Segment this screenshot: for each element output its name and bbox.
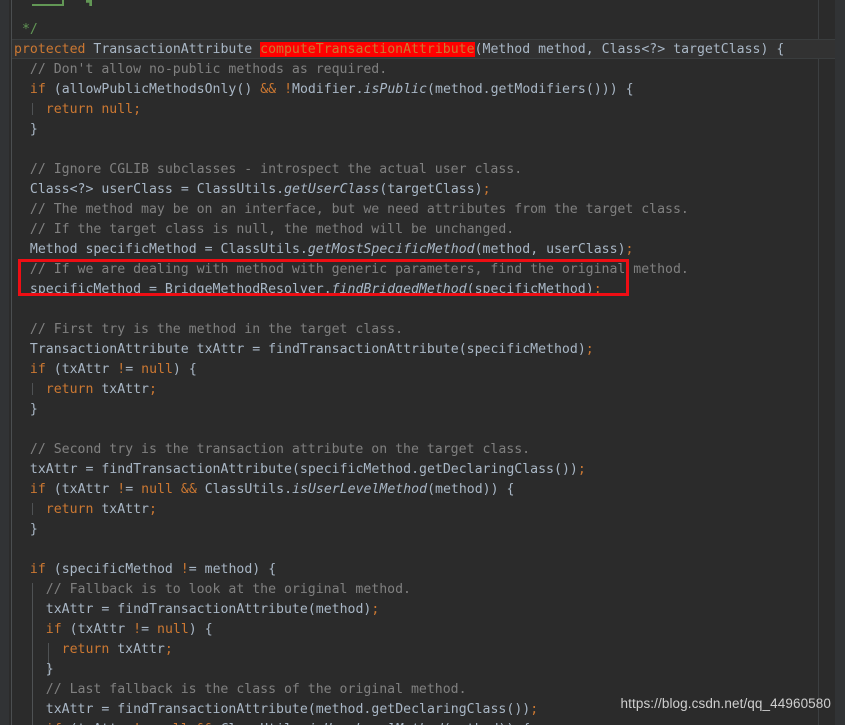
code-line[interactable]: } [14,520,844,540]
code-line[interactable]: protected TransactionAttribute computeTr… [14,40,844,60]
editor-gutter[interactable] [0,0,9,725]
code-line[interactable]: // Ignore CGLIB subclasses - introspect … [14,160,844,180]
code-line[interactable]: return txAttr; [14,380,844,400]
code-line[interactable]: // Fallback is to look at the original m… [14,580,844,600]
watermark-text: https://blog.csdn.net/qq_44960580 [620,696,831,711]
code-line[interactable]: // First try is the method in the target… [14,320,844,340]
code-line[interactable]: // If we are dealing with method with ge… [14,260,844,280]
code-line[interactable]: if (allowPublicMethodsOnly() && !Modifie… [14,80,844,100]
code-line[interactable]: TransactionAttribute txAttr = findTransa… [14,340,844,360]
code-line[interactable]: } [14,120,844,140]
code-line[interactable]: if (txAttr != null && ClassUtils.isUserL… [14,480,844,500]
code-line[interactable]: if (txAttr != null) { [14,620,844,640]
code-line[interactable] [14,140,844,160]
code-line[interactable] [14,420,844,440]
code-line[interactable]: Method specificMethod = ClassUtils.getMo… [14,240,844,260]
code-line[interactable]: */ [14,20,844,40]
code-line[interactable]: return txAttr; [14,500,844,520]
code-line[interactable]: // Don't allow no-public methods as requ… [14,60,844,80]
code-line[interactable]: } [14,400,844,420]
code-line[interactable] [14,0,844,20]
code-line[interactable]: // If the target class is null, the meth… [14,220,844,240]
code-line[interactable]: // The method may be on an interface, bu… [14,200,844,220]
code-line[interactable]: return null; [14,100,844,120]
code-line[interactable]: } [14,660,844,680]
code-line[interactable]: Class<?> userClass = ClassUtils.getUserC… [14,180,844,200]
code-text[interactable]: */protected TransactionAttribute compute… [14,0,844,725]
code-line[interactable]: txAttr = findTransactionAttribute(specif… [14,460,844,480]
code-editor[interactable]: */protected TransactionAttribute compute… [0,0,845,725]
code-line[interactable]: return txAttr; [14,640,844,660]
gutter-separator [11,0,12,725]
code-line[interactable] [14,540,844,560]
find-match[interactable]: computeTransactionAttribute [260,42,475,57]
code-line[interactable]: txAttr = findTransactionAttribute(method… [14,600,844,620]
code-line[interactable]: specificMethod = BridgeMethodResolver.fi… [14,280,844,300]
code-line[interactable]: if (txAttr != null && ClassUtils.isUserL… [14,720,844,725]
code-line[interactable]: if (specificMethod != method) { [14,560,844,580]
code-line[interactable] [14,300,844,320]
code-line[interactable]: // Second try is the transaction attribu… [14,440,844,460]
code-line[interactable]: if (txAttr != null) { [14,360,844,380]
